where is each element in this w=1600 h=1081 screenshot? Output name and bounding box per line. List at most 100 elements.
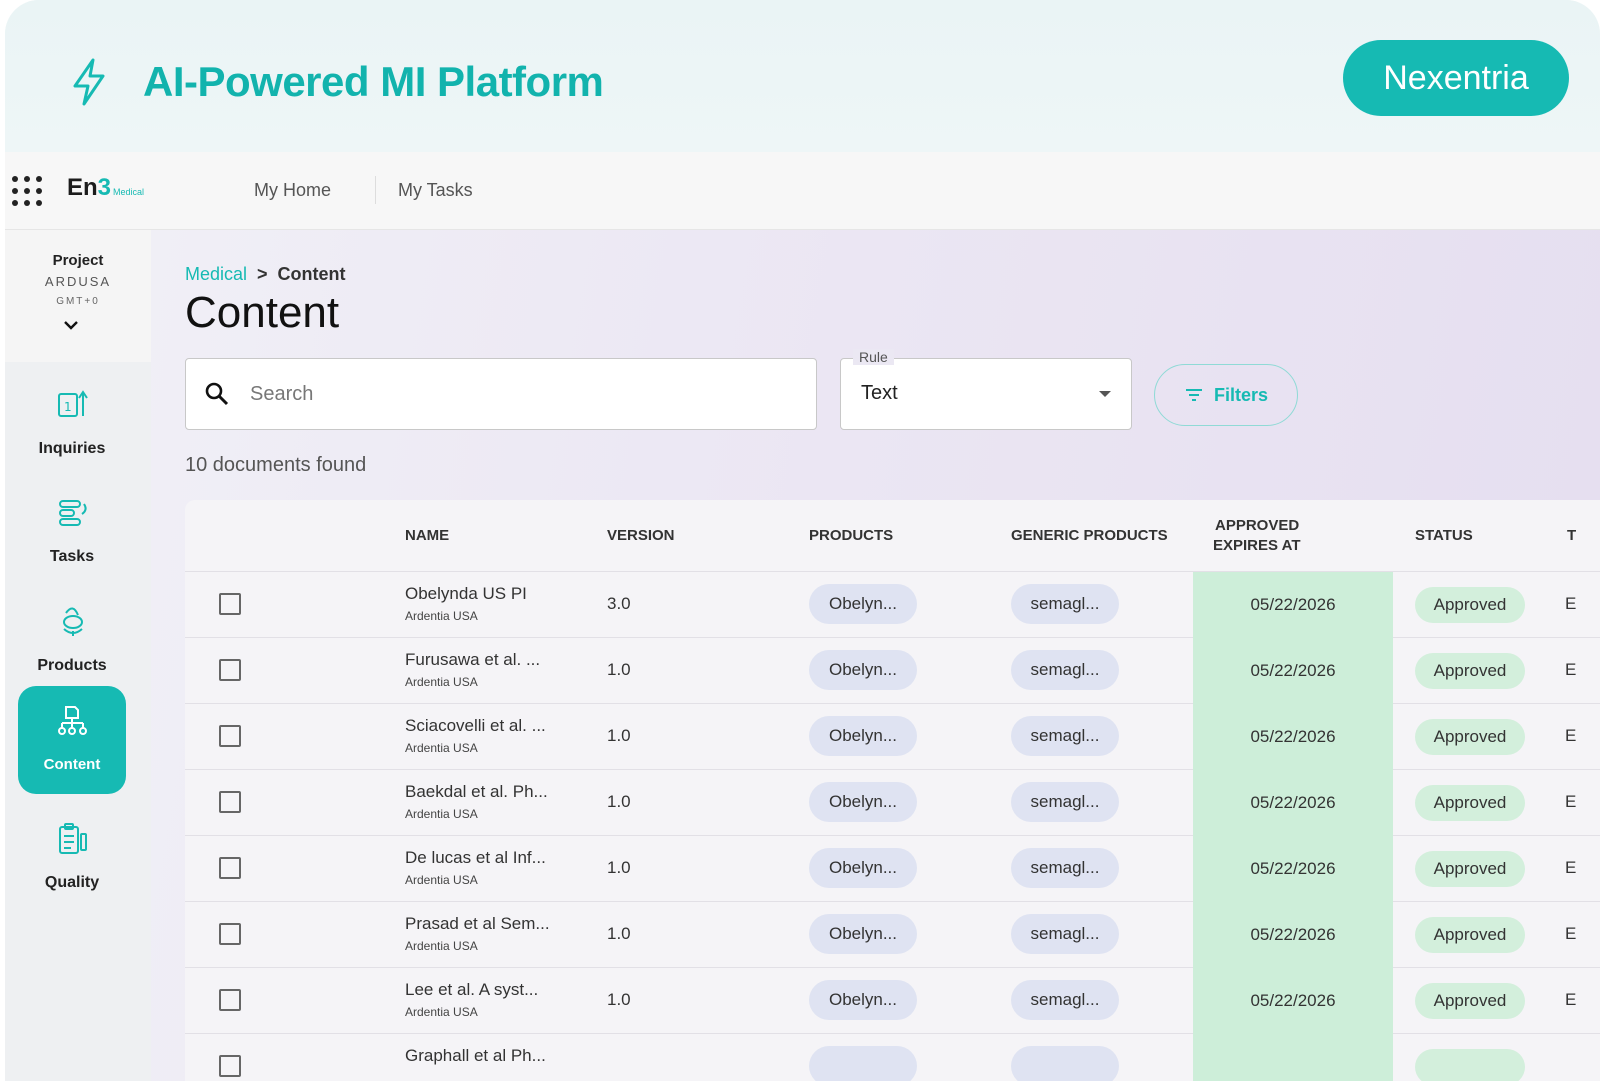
filters-button[interactable]: Filters <box>1154 364 1298 426</box>
next-column-cell: E <box>1565 594 1577 613</box>
status-badge: Approved <box>1415 983 1525 1019</box>
header-products[interactable]: PRODUCTS <box>809 526 893 546</box>
row-checkbox[interactable] <box>219 659 241 681</box>
doc-version: 3.0 <box>607 594 631 613</box>
status-badge: Approved <box>1415 587 1525 623</box>
brand-button[interactable]: Nexentria <box>1343 40 1569 116</box>
product-chip[interactable]: Obelyn... <box>809 848 917 888</box>
header-approved-line1: APPROVED <box>1215 517 1300 534</box>
svg-text:1: 1 <box>64 400 72 414</box>
product-chip[interactable]: Obelyn... <box>809 782 917 822</box>
doc-name[interactable]: De lucas et al Inf... <box>405 848 546 868</box>
row-checkbox[interactable] <box>219 593 241 615</box>
table-row[interactable]: Lee et al. A syst... Ardentia USA 1.0 Ob… <box>185 968 1600 1034</box>
status-badge: Approved <box>1415 719 1525 755</box>
sidebar-item-products[interactable]: Products <box>18 587 126 695</box>
generic-chip[interactable]: semagl... <box>1011 716 1119 756</box>
header-approved-expires[interactable]: APPROVED EXPIRES AT <box>1213 516 1301 556</box>
product-chip[interactable] <box>809 1046 917 1081</box>
chevron-down-icon[interactable] <box>62 318 80 332</box>
table-row[interactable]: Obelynda US PI Ardentia USA 3.0 Obelyn..… <box>185 572 1600 638</box>
next-column-cell: E <box>1565 924 1577 943</box>
doc-version: 1.0 <box>607 990 631 1009</box>
filters-label: Filters <box>1213 384 1269 405</box>
header-next[interactable]: T <box>1567 526 1576 546</box>
expires-date: 05/22/2026 <box>1193 968 1393 1034</box>
doc-org: Ardentia USA <box>405 609 478 623</box>
apps-grid-icon[interactable] <box>12 176 42 206</box>
row-checkbox[interactable] <box>219 989 241 1011</box>
chevron-right-icon: > <box>257 264 268 284</box>
generic-chip[interactable]: semagl... <box>1011 980 1119 1020</box>
filter-icon <box>1185 389 1202 401</box>
doc-name[interactable]: Sciacovelli et al. ... <box>405 716 546 736</box>
table-row[interactable]: De lucas et al Inf... Ardentia USA 1.0 O… <box>185 836 1600 902</box>
status-badge: Approved <box>1415 653 1525 689</box>
search-box[interactable] <box>185 358 817 430</box>
doc-name[interactable]: Graphall et al Ph... <box>405 1046 546 1066</box>
doc-name[interactable]: Prasad et al Sem... <box>405 914 550 934</box>
row-checkbox[interactable] <box>219 923 241 945</box>
doc-name[interactable]: Obelynda US PI <box>405 584 527 604</box>
generic-chip[interactable] <box>1011 1046 1119 1081</box>
product-chip[interactable]: Obelyn... <box>809 650 917 690</box>
inquiries-icon: 1 <box>58 390 88 417</box>
generic-chip[interactable]: semagl... <box>1011 914 1119 954</box>
generic-chip[interactable]: semagl... <box>1011 650 1119 690</box>
doc-version: 1.0 <box>607 924 631 943</box>
generic-chip[interactable]: semagl... <box>1011 848 1119 888</box>
top-nav: En3 Medical My Home My Tasks <box>5 152 1600 230</box>
header-generic-products[interactable]: GENERIC PRODUCTS <box>1011 526 1168 546</box>
page-title: Content <box>185 288 340 337</box>
product-chip[interactable]: Obelyn... <box>809 716 917 756</box>
doc-version: 1.0 <box>607 792 631 811</box>
status-badge: Approved <box>1415 917 1525 953</box>
app-frame: AI-Powered MI Platform Nexentria En3 Medi… <box>5 0 1600 1081</box>
row-checkbox[interactable] <box>219 1055 241 1077</box>
expires-date: 05/22/2026 <box>1193 572 1393 638</box>
sidebar-item-content[interactable]: Content <box>18 686 126 794</box>
product-chip[interactable]: Obelyn... <box>809 980 917 1020</box>
content-table: NAME VERSION PRODUCTS GENERIC PRODUCTS A… <box>185 500 1600 1081</box>
row-checkbox[interactable] <box>219 725 241 747</box>
expires-date: 05/22/2026 <box>1193 836 1393 902</box>
row-checkbox[interactable] <box>219 857 241 879</box>
banner-title: AI-Powered MI Platform <box>143 58 604 105</box>
header-name[interactable]: NAME <box>405 526 449 546</box>
doc-name[interactable]: Baekdal et al. Ph... <box>405 782 548 802</box>
app-logo[interactable]: En3 Medical <box>67 174 144 202</box>
doc-org: Ardentia USA <box>405 807 478 821</box>
search-input[interactable] <box>250 375 790 413</box>
header-version[interactable]: VERSION <box>607 526 675 546</box>
table-row[interactable]: Furusawa et al. ... Ardentia USA 1.0 Obe… <box>185 638 1600 704</box>
nav-my-home[interactable]: My Home <box>254 180 331 201</box>
doc-name[interactable]: Lee et al. A syst... <box>405 980 538 1000</box>
table-row[interactable]: Graphall et al Ph... <box>185 1034 1600 1081</box>
next-column-cell: E <box>1565 660 1577 679</box>
project-timezone: GMT+0 <box>56 296 100 307</box>
product-chip[interactable]: Obelyn... <box>809 914 917 954</box>
sidebar-item-label: Content <box>43 756 101 773</box>
sidebar-item-quality[interactable]: Quality <box>18 804 126 912</box>
breadcrumb-medical[interactable]: Medical <box>185 264 247 285</box>
row-checkbox[interactable] <box>219 791 241 813</box>
nav-my-tasks[interactable]: My Tasks <box>398 180 473 201</box>
table-row[interactable]: Baekdal et al. Ph... Ardentia USA 1.0 Ob… <box>185 770 1600 836</box>
product-chip[interactable]: Obelyn... <box>809 584 917 624</box>
caret-down-icon <box>1099 391 1111 397</box>
table-row[interactable]: Sciacovelli et al. ... Ardentia USA 1.0 … <box>185 704 1600 770</box>
table-row[interactable]: Prasad et al Sem... Ardentia USA 1.0 Obe… <box>185 902 1600 968</box>
sidebar-item-inquiries[interactable]: 1 Inquiries <box>18 370 126 478</box>
breadcrumb-current: Content <box>277 264 346 284</box>
project-selector[interactable]: Project ARDUSA GMT+0 <box>5 230 151 362</box>
sidebar-item-label: Products <box>37 657 107 674</box>
next-column-cell: E <box>1565 726 1577 745</box>
rule-select[interactable]: Rule Text <box>840 349 1132 430</box>
doc-name[interactable]: Furusawa et al. ... <box>405 650 540 670</box>
generic-chip[interactable]: semagl... <box>1011 782 1119 822</box>
results-count: 10 documents found <box>185 454 367 476</box>
sidebar-item-tasks[interactable]: Tasks <box>18 478 126 586</box>
generic-chip[interactable]: semagl... <box>1011 584 1119 624</box>
sidebar: Project ARDUSA GMT+0 1 Inquiries Tasks P… <box>5 230 151 1081</box>
header-status[interactable]: STATUS <box>1415 526 1473 546</box>
